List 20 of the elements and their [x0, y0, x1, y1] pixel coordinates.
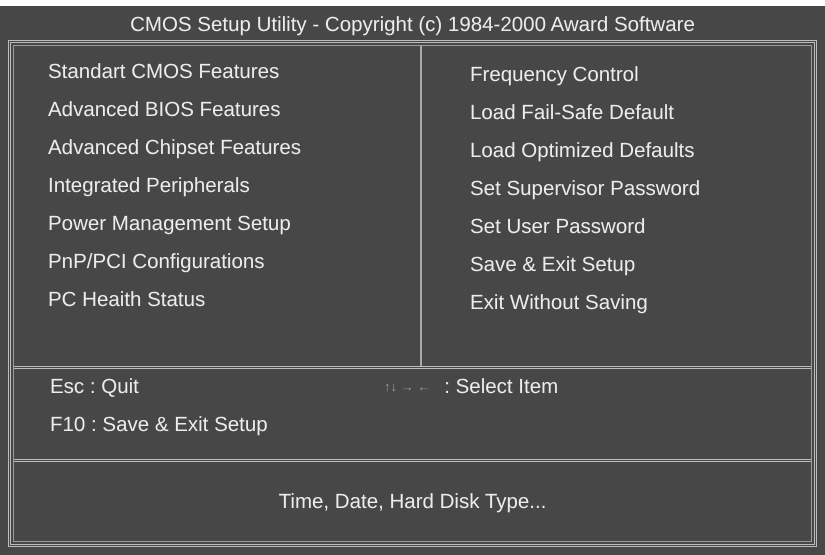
menu-item[interactable]: Exit Without Saving: [470, 290, 811, 316]
key-hint: F10 : Save & Exit Setup: [50, 412, 269, 438]
menu-item[interactable]: Advanced BIOS Features: [48, 97, 420, 123]
arrow-keys: ↑↓ → ←: [384, 374, 430, 400]
help-text: Time, Date, Hard Disk Type...: [278, 490, 546, 514]
key-hint: Esc : Quit: [50, 374, 140, 400]
menu-item[interactable]: Save & Exit Setup: [470, 252, 811, 278]
menu-item[interactable]: Load Optimized Defaults: [470, 138, 811, 164]
menu-item[interactable]: Frequency Control: [470, 62, 811, 88]
menu-item[interactable]: Set Supervisor Password: [470, 176, 811, 202]
menu-item[interactable]: Set User Password: [470, 214, 811, 240]
menu-item[interactable]: Load Fail-Safe Default: [470, 100, 811, 126]
menu-item[interactable]: Power Management Setup: [48, 211, 420, 237]
window-title: CMOS Setup Utility - Copyright (c) 1984-2000 Award Software: [129, 12, 696, 38]
menu-item[interactable]: PnP/PCI Configurations: [48, 249, 420, 275]
key-hint: : Select Item: [444, 374, 558, 400]
menu-item[interactable]: Advanced Chipset Features: [48, 135, 420, 161]
menu-item[interactable]: Integrated Peripherals: [48, 173, 420, 199]
menu-item[interactable]: Standart CMOS Features: [48, 59, 420, 85]
menu-item[interactable]: PC Heaith Status: [48, 287, 420, 313]
